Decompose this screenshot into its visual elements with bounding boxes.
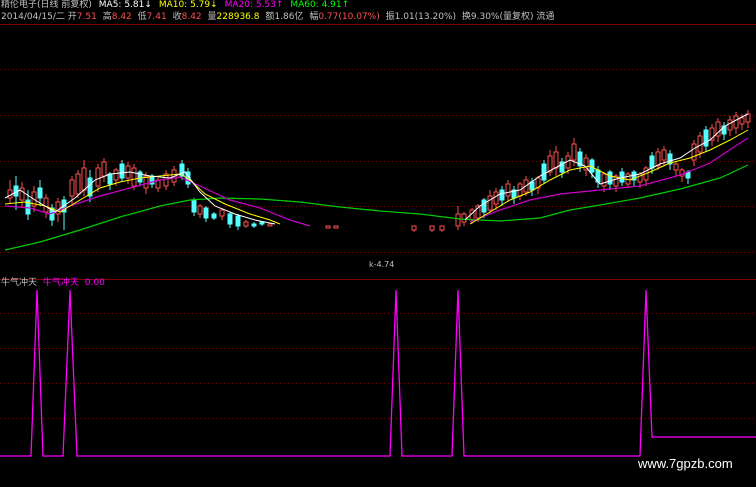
candle-body — [259, 221, 265, 225]
chart-canvas — [0, 24, 756, 457]
candle-body — [703, 129, 709, 147]
candle-body — [107, 173, 113, 185]
candle-body — [571, 143, 577, 161]
indicator-name[interactable]: 牛气冲天 — [1, 278, 37, 288]
candle-body — [203, 207, 209, 219]
candle-body — [461, 213, 467, 223]
candlesticks — [7, 110, 751, 232]
candle-body — [553, 151, 559, 169]
candle-body — [601, 173, 607, 187]
candle-body — [211, 213, 217, 219]
candle-body — [113, 169, 119, 181]
candle-body — [455, 213, 461, 227]
candle-body — [505, 183, 511, 197]
candle-body — [439, 225, 445, 231]
candle-body — [691, 143, 697, 161]
candle-body — [739, 117, 745, 125]
candle-body — [333, 225, 339, 229]
candle-body — [411, 225, 417, 231]
candle-body — [75, 173, 81, 195]
candle-body — [95, 167, 101, 187]
candle-body — [119, 163, 125, 179]
candle-body — [673, 163, 679, 171]
indicator-title: 牛气冲天 牛气冲天 0.00 — [1, 278, 105, 289]
candle-body — [131, 167, 137, 187]
candle-body — [733, 115, 739, 129]
candle-body — [267, 223, 273, 227]
candle-body — [697, 135, 703, 153]
signal-line — [0, 289, 756, 457]
candle-body — [197, 205, 203, 215]
candle-body — [7, 189, 13, 199]
candle-body — [81, 167, 87, 191]
indicator-series-value: 0.00 — [84, 278, 105, 288]
indicator-series-name: 牛气冲天 — [42, 278, 79, 288]
candle-body — [43, 197, 49, 213]
candle-body — [227, 213, 233, 225]
candle-body — [101, 161, 107, 177]
watermark: www.7gpzb.com — [638, 456, 733, 471]
candle-body — [429, 225, 435, 231]
candle-body — [251, 223, 257, 227]
low-price-marker: k-4.74 — [369, 260, 395, 269]
candle-body — [661, 149, 667, 161]
candle-body — [69, 179, 75, 197]
candle-body — [541, 163, 547, 181]
candle-body — [191, 199, 197, 213]
candle-body — [493, 191, 499, 205]
candle-body — [235, 215, 241, 227]
candle-body — [727, 119, 733, 131]
candle-body — [37, 187, 43, 199]
candle-body — [243, 221, 249, 227]
candle-body — [487, 195, 493, 211]
candle-body — [607, 171, 613, 185]
candle-body — [649, 155, 655, 169]
candle-body — [499, 189, 505, 201]
candle-body — [325, 225, 331, 229]
candle-body — [219, 209, 225, 217]
candle-body — [481, 199, 487, 213]
candle-body — [529, 181, 535, 191]
